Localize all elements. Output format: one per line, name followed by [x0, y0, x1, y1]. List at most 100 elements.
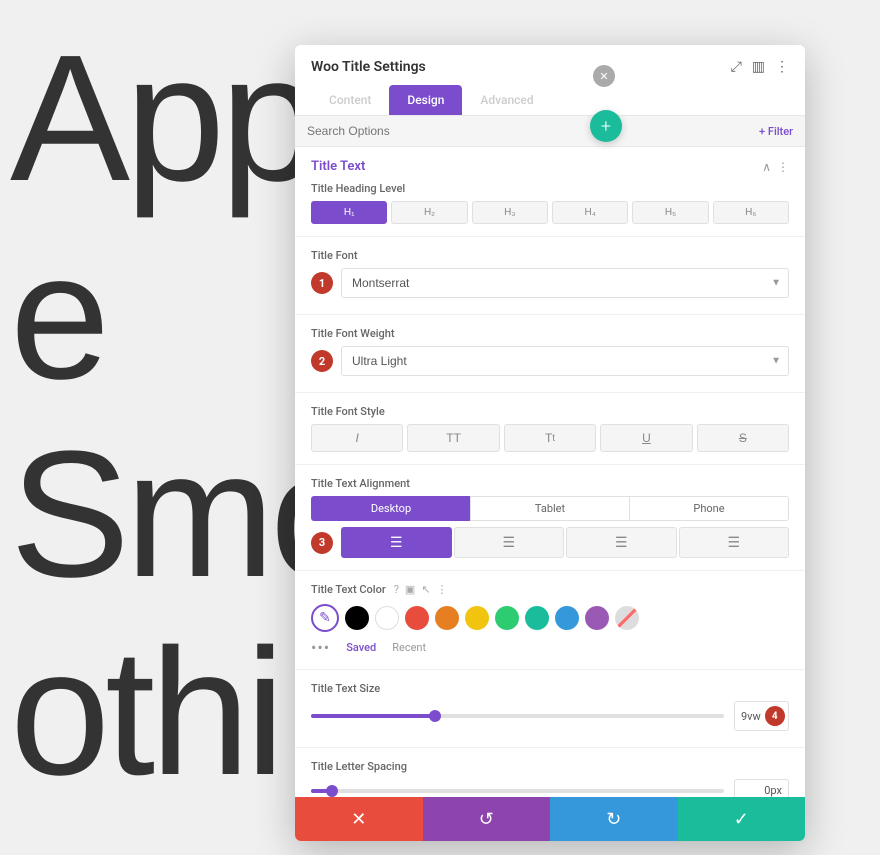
badge-1: 1 — [311, 272, 333, 294]
letter-spacing-slider-row: 0px — [311, 779, 789, 797]
add-button[interactable]: + — [590, 110, 622, 142]
header-icons: ⤢ ▥ ⋮ — [731, 59, 789, 75]
badge-3: 3 — [311, 532, 333, 554]
undo-button[interactable]: ↺ — [423, 797, 551, 841]
title-text-size-slider-row: 9vw 4 — [311, 701, 789, 731]
color-yellow[interactable] — [465, 606, 489, 630]
color-icons: ? ▣ ↖ ⋮ — [394, 583, 448, 596]
color-none[interactable] — [615, 606, 639, 630]
color-green[interactable] — [495, 606, 519, 630]
heading-btn-h6[interactable]: H₆ — [713, 201, 789, 224]
expand-icon[interactable]: ⤢ — [731, 59, 742, 75]
panel-header: Woo Title Settings ⤢ ▥ ⋮ Content Design … — [295, 45, 805, 116]
title-text-size-label: Title Text Size — [311, 682, 789, 695]
color-header: Title Text Color ? ▣ ↖ ⋮ — [311, 583, 789, 596]
badge-4: 4 — [765, 706, 785, 726]
letter-spacing-value-text: 0px — [741, 784, 782, 797]
title-text-size-value: 9vw 4 — [734, 701, 789, 731]
section-header: Title Text ∧ ⋮ — [311, 159, 789, 174]
tab-phone[interactable]: Phone — [629, 496, 789, 521]
title-font-weight-section: Title Font Weight 2 Ultra Light ▼ — [295, 315, 805, 393]
title-font-select[interactable]: Montserrat — [341, 268, 789, 298]
color-teal[interactable] — [525, 606, 549, 630]
color-more-icon[interactable]: ⋮ — [437, 583, 448, 596]
collapse-icon[interactable]: ∧ — [762, 160, 771, 174]
color-red[interactable] — [405, 606, 429, 630]
bottom-toolbar: ✕ ↺ ↻ ✓ — [295, 797, 805, 841]
letter-spacing-value: 0px — [734, 779, 789, 797]
align-btn-center[interactable]: ☰ — [454, 527, 565, 558]
recent-label[interactable]: Recent — [392, 641, 426, 654]
title-letter-spacing-section: Title Letter Spacing 0px — [295, 748, 805, 797]
section-more-icon[interactable]: ⋮ — [777, 160, 789, 174]
title-text-alignment-section: Title Text Alignment Desktop Tablet Phon… — [295, 465, 805, 571]
title-font-weight-row: 2 Ultra Light ▼ — [311, 346, 789, 376]
letter-spacing-slider[interactable] — [311, 789, 724, 793]
redo-button[interactable]: ↻ — [550, 797, 678, 841]
close-button[interactable]: ✕ — [593, 65, 615, 87]
title-font-weight-select[interactable]: Ultra Light — [341, 346, 789, 376]
color-orange[interactable] — [435, 606, 459, 630]
title-font-style-label: Title Font Style — [311, 405, 789, 418]
help-icon[interactable]: ? — [394, 583, 399, 596]
device-icon[interactable]: ▣ — [405, 583, 415, 596]
heading-level-buttons: H₁ H₂ H₃ H₄ H₅ H₆ — [311, 201, 789, 224]
letter-spacing-thumb[interactable] — [326, 785, 338, 797]
align-btn-justify[interactable]: ☰ — [679, 527, 790, 558]
heading-btn-h1[interactable]: H₁ — [311, 201, 387, 224]
title-font-section: Title Font 1 Montserrat ▼ — [295, 237, 805, 315]
title-text-size-slider[interactable] — [311, 714, 724, 718]
active-color-swatch[interactable]: ✎ — [311, 604, 339, 632]
font-style-buttons: I TT Tt U S — [311, 424, 789, 452]
size-value-text: 9vw — [741, 710, 761, 723]
heading-btn-h5[interactable]: H₅ — [632, 201, 708, 224]
search-input[interactable] — [307, 124, 759, 138]
tab-advanced[interactable]: Advanced — [462, 85, 551, 115]
alignment-badge-row: 3 ☰ ☰ ☰ ☰ — [311, 527, 789, 558]
edit-icon: ✎ — [319, 610, 331, 626]
color-purple[interactable] — [585, 606, 609, 630]
color-white[interactable] — [375, 606, 399, 630]
title-font-style-section: Title Font Style I TT Tt U S — [295, 393, 805, 465]
title-text-alignment-label: Title Text Alignment — [311, 477, 789, 490]
style-btn-underline[interactable]: U — [600, 424, 692, 452]
color-footer: ••• Saved Recent — [311, 638, 789, 657]
cursor-icon[interactable]: ↖ — [421, 583, 430, 596]
color-black[interactable] — [345, 606, 369, 630]
more-colors-btn[interactable]: ••• — [311, 638, 330, 657]
slider-thumb[interactable] — [429, 710, 441, 722]
style-btn-strikethrough[interactable]: S — [697, 424, 789, 452]
title-font-select-wrapper: Montserrat ▼ — [341, 268, 789, 298]
title-text-color-section: Title Text Color ? ▣ ↖ ⋮ ✎ — [295, 571, 805, 670]
title-text-section: Title Text ∧ ⋮ Title Heading Level H₁ H₂… — [295, 147, 805, 237]
cancel-button[interactable]: ✕ — [295, 797, 423, 841]
heading-level-label: Title Heading Level — [311, 182, 789, 195]
filter-button[interactable]: + Filter — [759, 125, 793, 138]
style-btn-capitalize[interactable]: Tt — [504, 424, 596, 452]
heading-btn-h4[interactable]: H₄ — [552, 201, 628, 224]
tab-tablet[interactable]: Tablet — [470, 496, 629, 521]
align-btn-right[interactable]: ☰ — [566, 527, 677, 558]
columns-icon[interactable]: ▥ — [752, 59, 765, 75]
tab-desktop[interactable]: Desktop — [311, 496, 470, 521]
save-button[interactable]: ✓ — [678, 797, 806, 841]
heading-btn-h2[interactable]: H₂ — [391, 201, 467, 224]
alignment-buttons: ☰ ☰ ☰ ☰ — [341, 527, 789, 558]
tab-content[interactable]: Content — [311, 85, 389, 115]
panel-body: Title Text ∧ ⋮ Title Heading Level H₁ H₂… — [295, 147, 805, 797]
title-font-weight-select-wrapper: Ultra Light ▼ — [341, 346, 789, 376]
title-text-color-label: Title Text Color — [311, 583, 386, 596]
panel-title: Woo Title Settings — [311, 59, 426, 75]
panel-title-row: Woo Title Settings ⤢ ▥ ⋮ — [311, 59, 789, 75]
more-icon[interactable]: ⋮ — [775, 59, 789, 75]
device-tabs: Desktop Tablet Phone — [311, 496, 789, 521]
style-btn-italic[interactable]: I — [311, 424, 403, 452]
align-btn-left[interactable]: ☰ — [341, 527, 452, 558]
style-btn-uppercase[interactable]: TT — [407, 424, 499, 452]
tab-design[interactable]: Design — [389, 85, 462, 115]
heading-btn-h3[interactable]: H₃ — [472, 201, 548, 224]
color-blue[interactable] — [555, 606, 579, 630]
title-font-row: 1 Montserrat ▼ — [311, 268, 789, 298]
section-controls: ∧ ⋮ — [762, 160, 789, 174]
saved-label[interactable]: Saved — [346, 641, 376, 654]
